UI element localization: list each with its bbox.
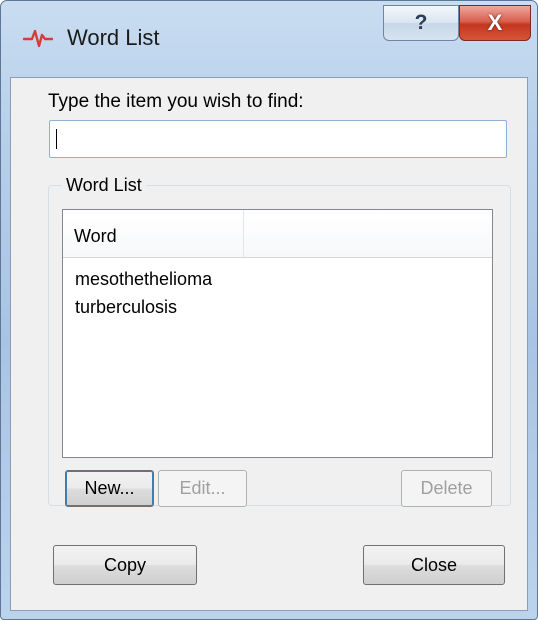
window-title: Word List (67, 25, 160, 50)
dialog-body: Type the item you wish to find: Word Lis… (10, 77, 528, 611)
help-button[interactable]: ? (383, 5, 459, 41)
close-window-button[interactable]: X (459, 5, 531, 41)
title-bar[interactable]: Word List ? X (1, 1, 537, 77)
list-item[interactable]: mesothethelioma (75, 269, 212, 290)
heartbeat-icon (22, 26, 54, 50)
delete-button[interactable]: Delete (401, 470, 492, 507)
close-button[interactable]: Close (363, 545, 505, 585)
search-input[interactable] (49, 120, 507, 158)
search-prompt-label: Type the item you wish to find: (48, 91, 304, 112)
column-header-blank[interactable] (244, 210, 492, 257)
text-caret (56, 129, 57, 149)
copy-button[interactable]: Copy (53, 545, 197, 585)
edit-button[interactable]: Edit... (158, 470, 247, 507)
listview-header: Word (63, 210, 492, 258)
column-header-word[interactable]: Word (63, 210, 244, 257)
word-listview[interactable]: Word mesothethelioma turberculosis (62, 209, 493, 458)
groupbox-label: Word List (62, 175, 146, 196)
new-button[interactable]: New... (65, 470, 154, 507)
word-list-dialog: Word List ? X Type the item you wish to … (0, 0, 538, 620)
help-icon: ? (414, 11, 428, 34)
list-item[interactable]: turberculosis (75, 297, 177, 318)
close-icon: X (487, 10, 503, 35)
